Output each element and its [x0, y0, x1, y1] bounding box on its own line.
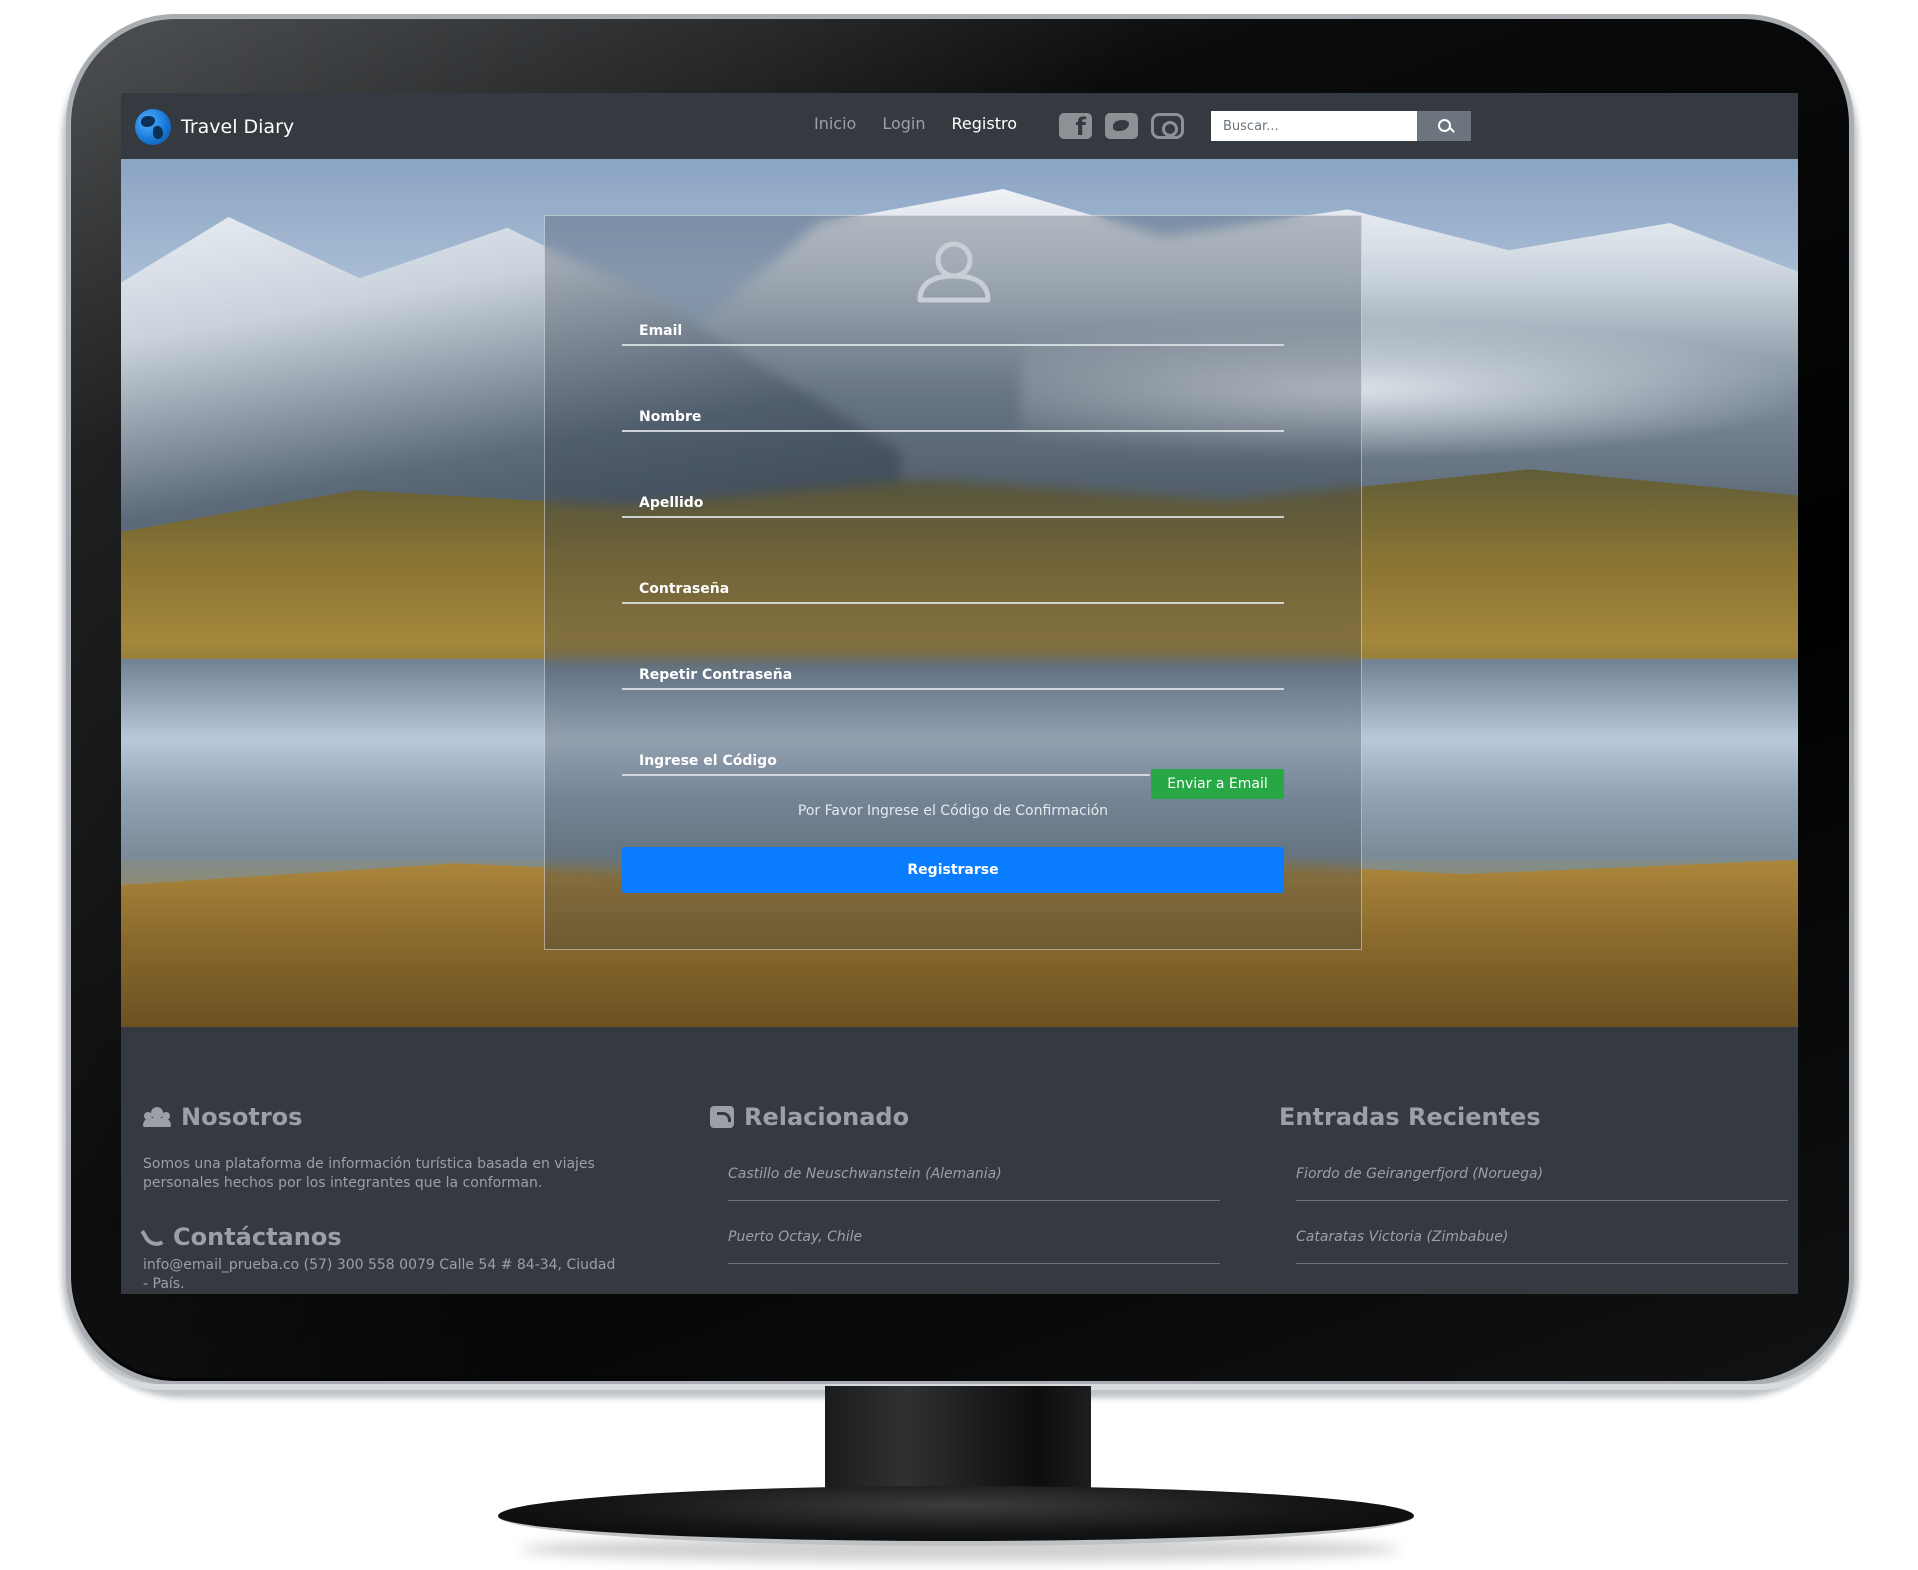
nav-links: Inicio Login Registro	[814, 114, 1017, 133]
code-field[interactable]: Ingrese el Código	[622, 730, 1150, 776]
recent-link[interactable]: Fiordo de Geirangerfjord (Noruega)	[1296, 1166, 1788, 1201]
related-heading: Relacionado	[710, 1103, 909, 1131]
brand[interactable]: Travel Diary	[135, 109, 294, 145]
users-icon	[143, 1107, 171, 1127]
code-hint: Por Favor Ingrese el Código de Confirmac…	[797, 803, 1109, 819]
brand-name: Travel Diary	[181, 116, 295, 138]
user-icon	[917, 241, 991, 303]
related-link[interactable]: Puerto Octay, Chile	[728, 1229, 1220, 1264]
email-label: Email	[639, 323, 683, 339]
facebook-icon[interactable]	[1059, 113, 1092, 141]
recent-heading: Entradas Recientes	[1279, 1103, 1541, 1131]
footer: Nosotros Somos una plataforma de informa…	[121, 1027, 1798, 1294]
social-links	[1059, 113, 1184, 141]
nav-link-registro[interactable]: Registro	[952, 114, 1017, 133]
send-email-button[interactable]: Enviar a Email	[1151, 769, 1284, 799]
recent-title: Entradas Recientes	[1279, 1103, 1541, 1131]
phone-icon	[143, 1227, 163, 1247]
navbar: Travel Diary Inicio Login Registro	[121, 93, 1798, 159]
monitor-chin	[70, 1300, 1850, 1390]
contact-text: info@email_prueba.co (57) 300 558 0079 C…	[143, 1257, 616, 1292]
register-button[interactable]: Registrarse	[622, 847, 1284, 893]
search-button[interactable]	[1417, 111, 1471, 141]
nav-link-login[interactable]: Login	[882, 114, 925, 133]
related-title: Relacionado	[744, 1103, 910, 1131]
search-form	[1211, 111, 1471, 141]
browser-screen: Travel Diary Inicio Login Registro f Bus…	[121, 93, 1798, 1294]
repeat-password-label: Repetir Contraseña	[639, 667, 793, 683]
repeat-password-field[interactable]: Repetir Contraseña	[622, 644, 1284, 690]
monitor-base	[498, 1486, 1414, 1546]
share-icon	[710, 1106, 734, 1128]
code-label: Ingrese el Código	[639, 753, 777, 769]
search-input[interactable]	[1211, 111, 1417, 141]
contact-heading: Contáctanos	[143, 1223, 342, 1251]
apellido-field[interactable]: Apellido	[622, 472, 1284, 518]
about-title: Nosotros	[181, 1103, 303, 1131]
recent-link[interactable]: Cataratas Victoria (Zimbabue)	[1296, 1229, 1788, 1264]
about-heading: Nosotros	[143, 1103, 302, 1131]
globe-icon	[135, 109, 171, 145]
nombre-label: Nombre	[639, 409, 702, 425]
apellido-label: Apellido	[639, 495, 704, 511]
about-text: Somos una plataforma de información turí…	[143, 1156, 595, 1191]
instagram-icon[interactable]	[1151, 113, 1184, 139]
twitter-icon[interactable]	[1105, 113, 1138, 139]
register-form: Email Nombre Apellido Contraseña Repetir…	[544, 215, 1362, 950]
nav-link-inicio[interactable]: Inicio	[814, 114, 856, 133]
email-field[interactable]: Email	[622, 300, 1284, 346]
related-link[interactable]: Castillo de Neuschwanstein (Alemania)	[728, 1166, 1220, 1201]
contact-title: Contáctanos	[173, 1223, 342, 1251]
password-label: Contraseña	[639, 581, 730, 597]
password-field[interactable]: Contraseña	[622, 558, 1284, 604]
nombre-field[interactable]: Nombre	[622, 386, 1284, 432]
hero-landscape: Email Nombre Apellido Contraseña Repetir…	[121, 159, 1798, 1027]
